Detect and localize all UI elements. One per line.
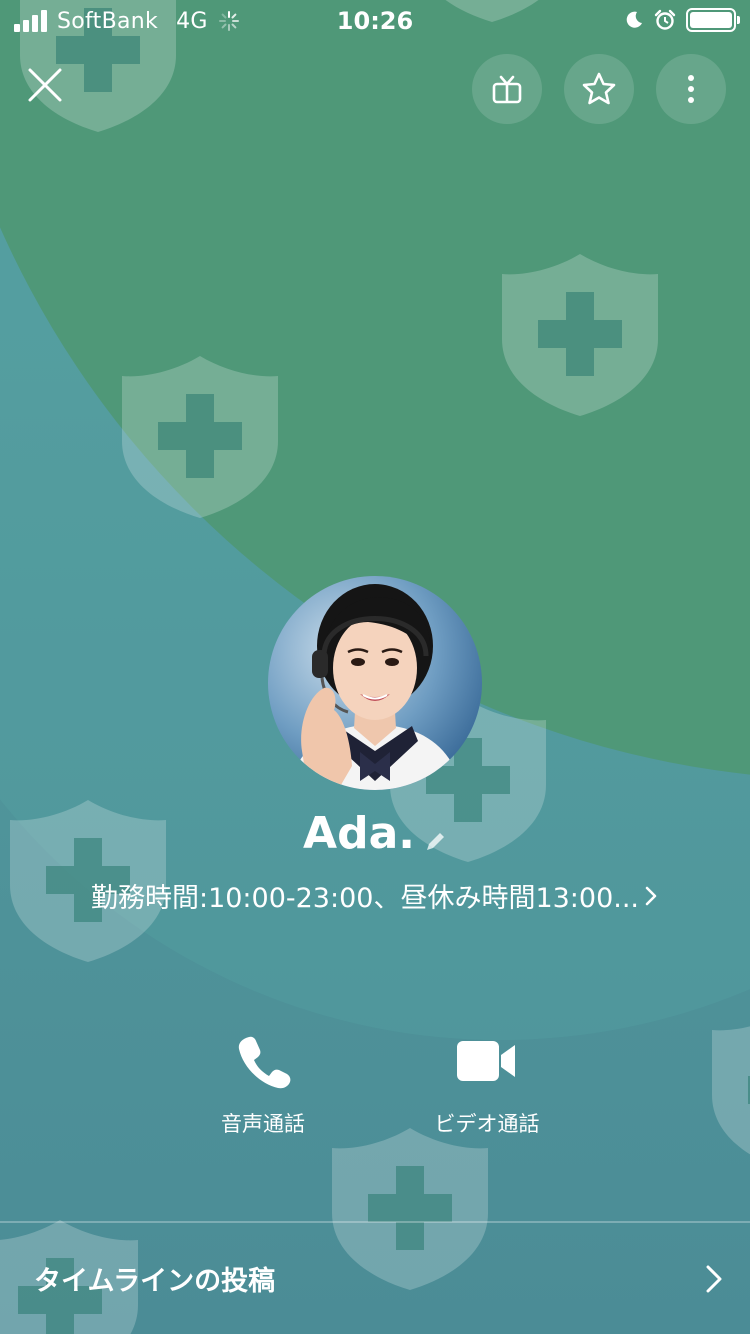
star-icon xyxy=(582,72,616,105)
video-camera-icon xyxy=(457,1041,515,1081)
chevron-right-icon xyxy=(645,886,657,905)
profile-avatar[interactable] xyxy=(268,576,482,790)
video-call-label: ビデオ通話 xyxy=(434,1112,540,1136)
alarm-icon xyxy=(654,9,676,30)
profile-name-row: Ada. xyxy=(0,808,750,859)
close-icon xyxy=(28,68,62,102)
status-bar: SoftBank 4G 10:26 xyxy=(0,0,750,40)
phone-icon xyxy=(238,1036,291,1089)
more-icon xyxy=(688,75,694,103)
favorite-button[interactable] xyxy=(564,54,634,124)
voice-call-button[interactable]: 音声通話 xyxy=(163,1030,363,1138)
moon-icon xyxy=(626,11,642,28)
status-message-row[interactable]: 勤務時間:10:00-23:00、昼休み時間13:00... xyxy=(0,876,750,915)
voice-call-label: 音声通話 xyxy=(221,1112,305,1136)
video-call-button[interactable]: ビデオ通話 xyxy=(387,1030,587,1138)
pencil-icon[interactable] xyxy=(423,830,447,854)
gift-icon xyxy=(492,75,522,104)
status-message: 勤務時間:10:00-23:00、昼休み時間13:00... xyxy=(90,883,639,914)
gift-button[interactable] xyxy=(472,54,542,124)
timeline-posts-row[interactable]: タイムラインの投稿 xyxy=(0,1223,750,1334)
battery-icon xyxy=(686,8,740,32)
more-options-button[interactable] xyxy=(656,54,726,124)
timeline-posts-label: タイムラインの投稿 xyxy=(34,1266,276,1297)
profile-name: Ada. xyxy=(303,808,415,859)
close-button[interactable] xyxy=(22,62,68,108)
chevron-right-icon xyxy=(706,1265,722,1292)
